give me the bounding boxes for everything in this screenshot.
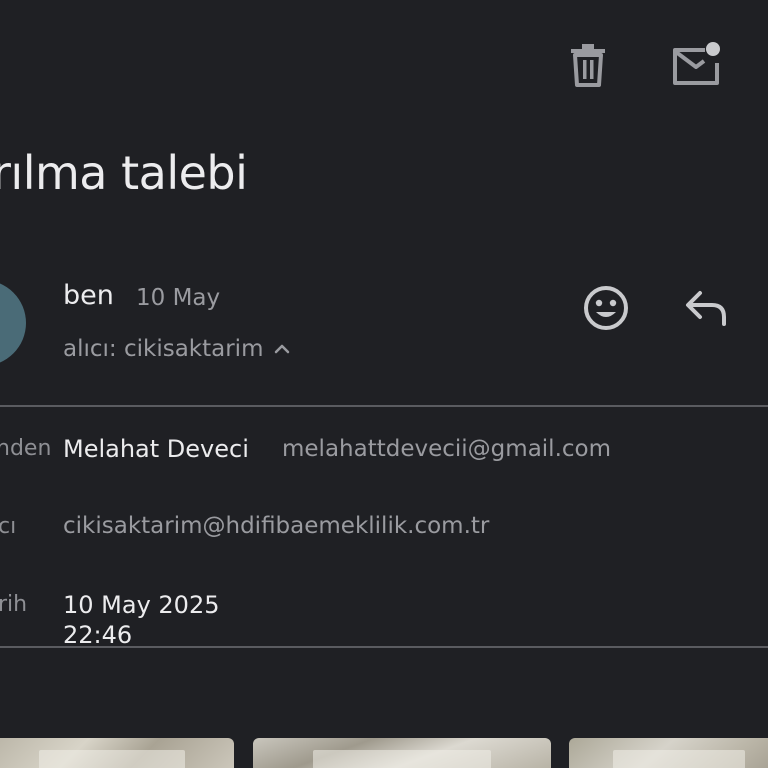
date-label: rih — [0, 592, 28, 617]
attachment-thumbnail[interactable] — [569, 738, 768, 768]
sender-avatar[interactable] — [0, 280, 26, 366]
attachment-thumbnail[interactable] — [253, 738, 551, 768]
recipient-toggle[interactable]: alıcı: cikisaktarim — [63, 336, 291, 362]
from-email[interactable]: melahattdevecii@gmail.com — [282, 436, 611, 462]
to-label: cı — [0, 514, 17, 539]
email-detail-screen: rılma talebi ben 10 May alıcı: cikisakta… — [0, 0, 768, 768]
delete-button[interactable] — [566, 42, 610, 88]
full-time: 22:46 — [63, 621, 133, 649]
trash-icon — [571, 44, 605, 87]
recipient-summary: alıcı: cikisaktarim — [63, 336, 264, 362]
sender-name: ben — [63, 280, 114, 311]
emoji-icon — [584, 286, 628, 330]
reply-icon — [686, 291, 726, 326]
chevron-up-icon — [273, 343, 291, 355]
email-subject: rılma talebi — [0, 146, 248, 200]
mail-unread-icon — [673, 42, 720, 85]
message-date: 10 May — [136, 285, 221, 311]
from-label: nden — [0, 436, 52, 461]
add-reaction-button[interactable] — [580, 282, 632, 334]
reply-button[interactable] — [680, 284, 730, 330]
mark-unread-button[interactable] — [670, 40, 724, 88]
from-name: Melahat Deveci — [63, 435, 249, 463]
attachment-thumbnail[interactable] — [0, 738, 234, 768]
full-date: 10 May 2025 — [63, 591, 220, 619]
to-email[interactable]: cikisaktarim@hdifibaemeklilik.com.tr — [63, 513, 489, 539]
